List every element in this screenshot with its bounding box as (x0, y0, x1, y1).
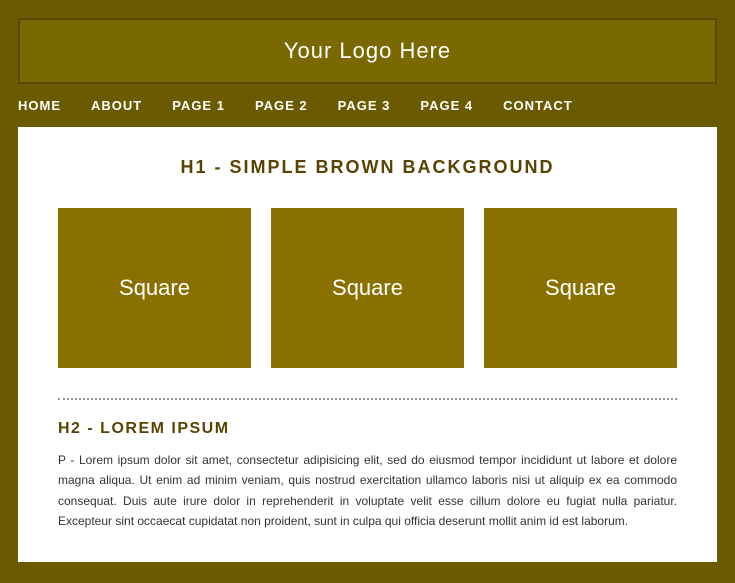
square-3: Square (484, 208, 677, 368)
section-divider (58, 398, 677, 400)
header-logo: Your Logo Here (18, 18, 717, 84)
nav-item-page3[interactable]: PAGE 3 (338, 98, 391, 113)
square-1-label: Square (119, 275, 190, 301)
nav-item-page1[interactable]: PAGE 1 (172, 98, 225, 113)
navigation: HOME ABOUT PAGE 1 PAGE 2 PAGE 3 PAGE 4 C… (0, 84, 735, 127)
nav-item-page2[interactable]: PAGE 2 (255, 98, 308, 113)
squares-row: Square Square Square (58, 208, 677, 368)
square-2-label: Square (332, 275, 403, 301)
square-2: Square (271, 208, 464, 368)
nav-item-contact[interactable]: CONTACT (503, 98, 573, 113)
nav-item-page4[interactable]: PAGE 4 (420, 98, 473, 113)
page-h1: H1 - Simple Brown Background (58, 157, 677, 178)
nav-item-home[interactable]: HOME (18, 98, 61, 113)
main-content: H1 - Simple Brown Background Square Squa… (18, 127, 717, 562)
lorem-paragraph: P - Lorem ipsum dolor sit amet, consecte… (58, 450, 677, 532)
nav-item-about[interactable]: ABOUT (91, 98, 142, 113)
square-1: Square (58, 208, 251, 368)
page-h2: H2 - Lorem Ipsum (58, 420, 677, 438)
square-3-label: Square (545, 275, 616, 301)
logo-text: Your Logo Here (284, 38, 451, 63)
